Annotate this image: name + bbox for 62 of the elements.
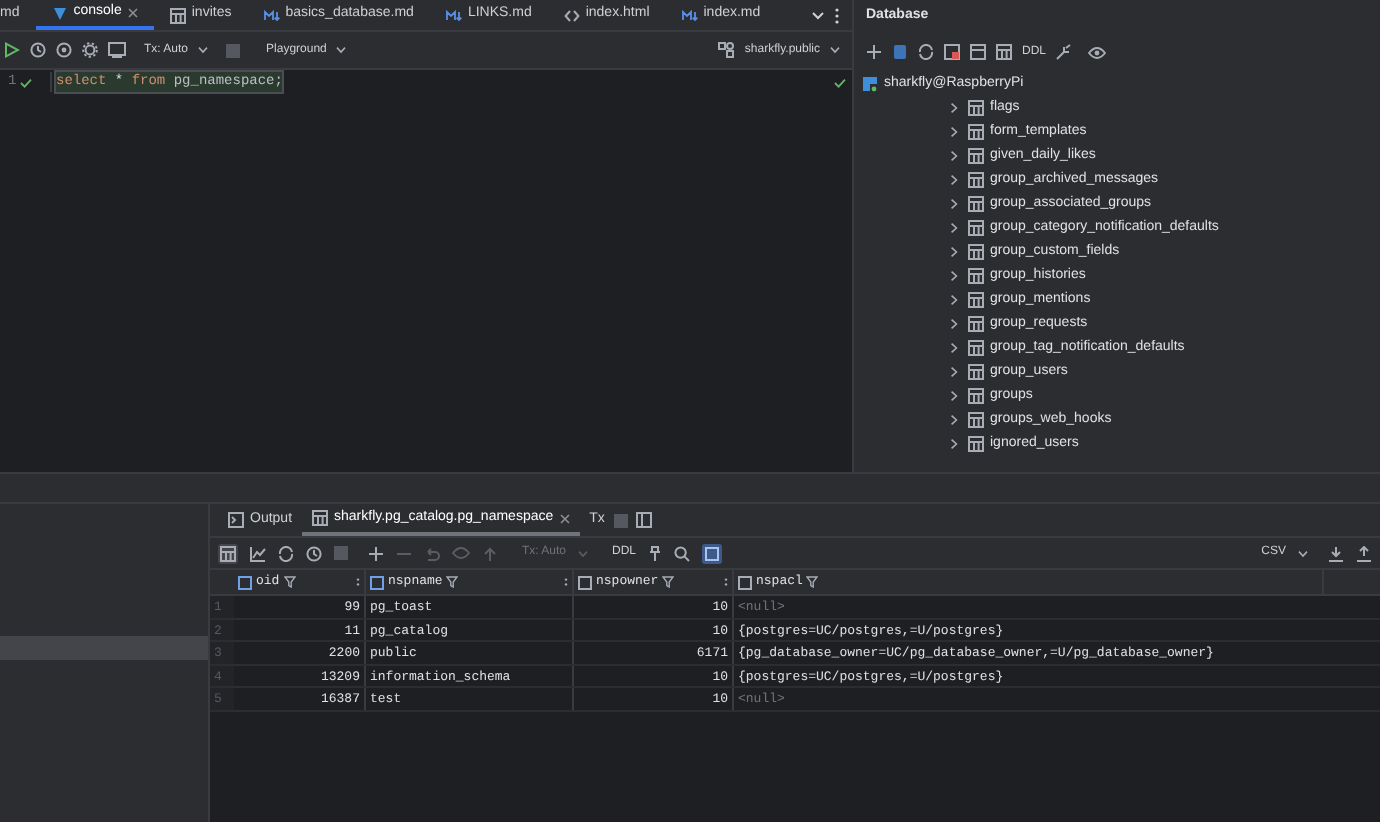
- settings-icon[interactable]: [82, 42, 98, 58]
- stop-icon: [226, 43, 241, 57]
- stop-icon: [614, 513, 629, 527]
- check-icon: [834, 77, 846, 87]
- column-icon: [578, 575, 592, 589]
- markdown-icon: [263, 7, 280, 23]
- table-icon: [968, 436, 984, 452]
- table-icon: [169, 7, 186, 23]
- history-icon[interactable]: [306, 545, 322, 561]
- upload-icon[interactable]: [1356, 545, 1372, 561]
- table-icon: [968, 412, 984, 428]
- key-column-icon: [238, 575, 252, 589]
- column-icon: [738, 575, 752, 589]
- chevron-down-icon[interactable]: [1298, 549, 1308, 557]
- eye-icon: [452, 546, 470, 560]
- chevron-down-icon[interactable]: [336, 46, 347, 54]
- markdown-icon: [445, 7, 462, 23]
- table-icon: [968, 172, 984, 188]
- table-icon[interactable]: [996, 44, 1012, 60]
- table-icon: [968, 364, 984, 380]
- table-icon: [968, 292, 984, 308]
- filter-icon: [662, 576, 675, 588]
- plus-icon[interactable]: [368, 545, 384, 561]
- table-icon: [312, 510, 329, 526]
- table-icon: [968, 196, 984, 212]
- table-icon: [968, 244, 984, 260]
- plus-icon[interactable]: [866, 44, 882, 60]
- stop-icon: [334, 546, 348, 560]
- table-icon: [968, 388, 984, 404]
- key-column-icon: [370, 575, 384, 589]
- table-view-icon[interactable]: [218, 543, 238, 563]
- chevron-down-icon: [578, 549, 589, 557]
- check-icon: [20, 77, 33, 87]
- upload-icon: [482, 545, 498, 561]
- filter-icon: [806, 576, 819, 588]
- table-icon: [968, 316, 984, 332]
- code-icon: [563, 7, 580, 23]
- close-icon[interactable]: [559, 513, 570, 523]
- window-icon[interactable]: [108, 42, 126, 58]
- filter-icon: [446, 576, 459, 588]
- table-icon: [968, 220, 984, 236]
- run-icon[interactable]: [4, 42, 20, 58]
- markdown-icon: [681, 7, 698, 23]
- table-icon: [968, 268, 984, 284]
- table-icon: [968, 148, 984, 164]
- chart-icon[interactable]: [250, 545, 266, 561]
- terminal-icon: [228, 512, 244, 528]
- refresh-icon[interactable]: [918, 44, 934, 60]
- refresh-icon[interactable]: [278, 545, 294, 561]
- download-icon[interactable]: [1328, 545, 1344, 561]
- search-icon[interactable]: [674, 545, 691, 561]
- table-icon: [968, 340, 984, 356]
- eye-icon[interactable]: [1088, 45, 1107, 59]
- close-icon[interactable]: [127, 8, 138, 18]
- undo-icon: [424, 545, 440, 561]
- table-icon: [968, 124, 984, 140]
- table-icon: [968, 100, 984, 116]
- history-icon[interactable]: [30, 42, 46, 58]
- chevron-down-icon[interactable]: [198, 46, 209, 54]
- layout-icon[interactable]: [636, 512, 653, 528]
- filter-icon: [283, 576, 296, 588]
- chevron-down-icon[interactable]: [830, 46, 840, 54]
